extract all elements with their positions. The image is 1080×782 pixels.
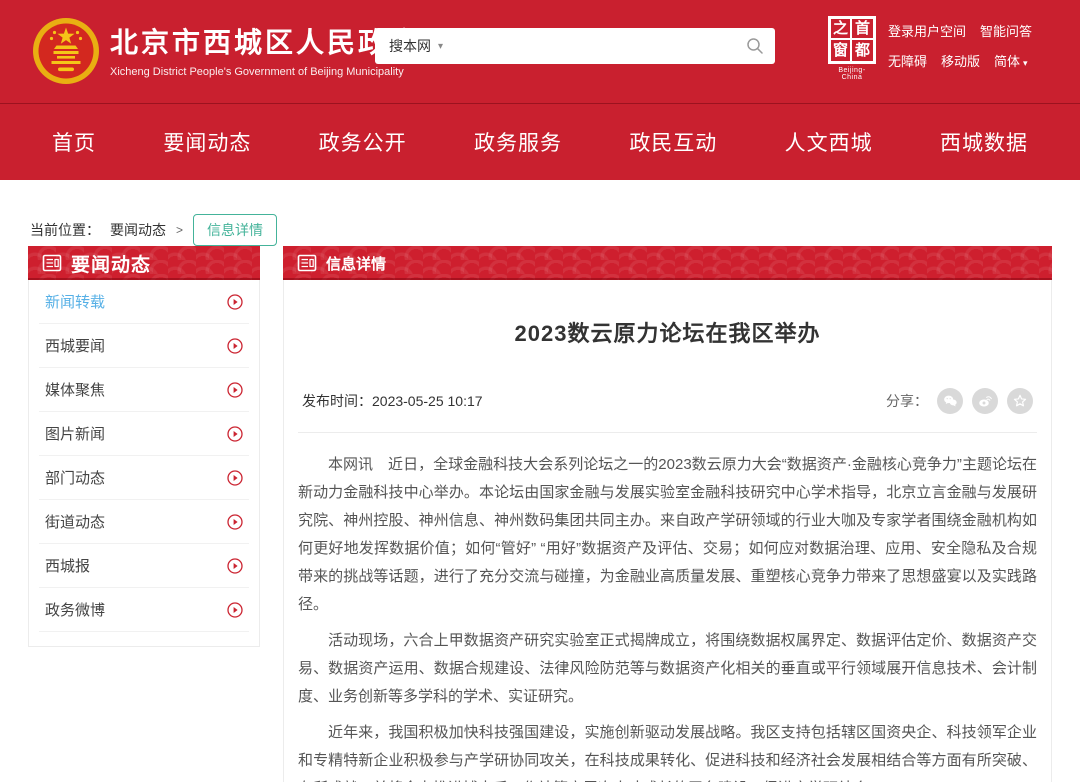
arrow-circle-icon <box>227 602 243 618</box>
nav-item-culture[interactable]: 人文西城 <box>785 127 873 157</box>
sidebar-item-media-focus[interactable]: 媒体聚焦 <box>39 368 249 412</box>
breadcrumb: 当前位置： 要闻动态 > 信息详情 <box>0 180 1080 246</box>
sidebar-item-department-news[interactable]: 部门动态 <box>39 456 249 500</box>
sidebar-item-gov-weibo[interactable]: 政务微博 <box>39 588 249 632</box>
seal-char: 窗 <box>831 40 852 61</box>
mobile-version-link[interactable]: 移动版 <box>941 51 980 70</box>
login-user-space-link[interactable]: 登录用户空间 <box>888 21 966 40</box>
arrow-circle-icon <box>227 338 243 354</box>
publish-time: 发布时间：2023-05-25 10:17 <box>302 391 483 411</box>
weibo-icon <box>977 393 993 409</box>
search-bar: 搜本网 ▾ <box>375 28 775 64</box>
capital-window-seal: 之 首 窗 都 <box>828 16 876 64</box>
site-subtitle: Xicheng District People's Government of … <box>110 66 420 78</box>
nav-item-interaction[interactable]: 政民互动 <box>629 127 717 157</box>
site-title: 北京市西城区人民政府 <box>110 26 420 60</box>
search-scope-label: 搜本网 <box>389 36 431 56</box>
search-icon <box>746 37 764 55</box>
sidebar-title: 要闻动态 <box>71 250 151 277</box>
breadcrumb-section-link[interactable]: 要闻动态 <box>110 220 166 240</box>
sidebar-list: 新闻转载 西城要闻 媒体聚焦 图片新闻 部门动态 <box>28 280 260 647</box>
star-icon <box>1012 393 1028 409</box>
share-wechat-button[interactable] <box>937 388 963 414</box>
news-document-icon <box>42 253 62 273</box>
site-brand: 北京市西城区人民政府 Xicheng District People's Gov… <box>110 26 420 78</box>
sidebar: 要闻动态 新闻转载 西城要闻 媒体聚焦 图片新闻 <box>28 246 260 647</box>
smart-qa-link[interactable]: 智能问答 <box>980 21 1032 40</box>
arrow-circle-icon <box>227 382 243 398</box>
article-meta-row: 发布时间：2023-05-25 10:17 分享： <box>298 388 1037 433</box>
nav-item-gov-services[interactable]: 政务服务 <box>474 127 562 157</box>
article-body: 2023数云原力论坛在我区举办 发布时间：2023-05-25 10:17 分享… <box>283 280 1052 782</box>
site-header: 北京市西城区人民政府 Xicheng District People's Gov… <box>0 0 1080 103</box>
share-label: 分享： <box>886 391 928 411</box>
seal-char: 首 <box>852 19 873 40</box>
share-weibo-button[interactable] <box>972 388 998 414</box>
seal-char: 都 <box>852 40 873 61</box>
wechat-icon <box>942 393 958 409</box>
nav-item-news[interactable]: 要闻动态 <box>163 127 251 157</box>
arrow-circle-icon <box>227 426 243 442</box>
chevron-down-icon: ▾ <box>438 41 443 52</box>
search-scope-select[interactable]: 搜本网 ▾ <box>375 36 453 56</box>
main-nav: 首页 要闻动态 政务公开 政务服务 政民互动 人文西城 西城数据 <box>0 103 1080 180</box>
breadcrumb-prefix: 当前位置： <box>30 220 100 240</box>
article-content: 本网讯 近日，全球金融科技大会系列论坛之一的2023数云原力大会“数据资产·金融… <box>298 433 1037 782</box>
news-document-icon <box>297 253 317 273</box>
article-title: 2023数云原力论坛在我区举办 <box>298 280 1037 348</box>
capital-window-logo[interactable]: 之 首 窗 都 Beijing-China <box>828 16 876 81</box>
nav-item-gov-affairs[interactable]: 政务公开 <box>319 127 407 157</box>
publish-time-value: 2023-05-25 10:17 <box>372 393 483 409</box>
language-select[interactable]: 简体▾ <box>994 51 1028 70</box>
nav-item-data[interactable]: 西城数据 <box>940 127 1028 157</box>
arrow-circle-icon <box>227 294 243 310</box>
share-favorite-button[interactable] <box>1007 388 1033 414</box>
article-panel-header: 信息详情 <box>283 246 1052 280</box>
page: 北京市西城区人民政府 Xicheng District People's Gov… <box>0 0 1080 782</box>
nav-item-home[interactable]: 首页 <box>52 127 96 157</box>
search-input[interactable] <box>453 28 735 64</box>
seal-caption: Beijing-China <box>828 67 876 81</box>
search-button[interactable] <box>735 28 775 64</box>
seal-char: 之 <box>831 19 852 40</box>
sidebar-item-xicheng-news[interactable]: 西城要闻 <box>39 324 249 368</box>
arrow-circle-icon <box>227 470 243 486</box>
arrow-circle-icon <box>227 558 243 574</box>
accessibility-link[interactable]: 无障碍 <box>888 51 927 70</box>
sidebar-item-photo-news[interactable]: 图片新闻 <box>39 412 249 456</box>
panel-title: 信息详情 <box>326 253 386 274</box>
national-emblem-logo[interactable] <box>32 17 100 85</box>
article-paragraph: 本网讯 近日，全球金融科技大会系列论坛之一的2023数云原力大会“数据资产·金融… <box>298 451 1037 619</box>
breadcrumb-separator: > <box>176 223 183 237</box>
article-panel: 信息详情 2023数云原力论坛在我区举办 发布时间：2023-05-25 10:… <box>283 246 1052 782</box>
sidebar-item-xicheng-paper[interactable]: 西城报 <box>39 544 249 588</box>
sidebar-item-street-news[interactable]: 街道动态 <box>39 500 249 544</box>
content-area: 要闻动态 新闻转载 西城要闻 媒体聚焦 图片新闻 <box>0 246 1080 782</box>
chevron-down-icon: ▾ <box>1023 58 1028 68</box>
share-toolbar: 分享： <box>886 388 1033 414</box>
sidebar-header: 要闻动态 <box>28 246 260 280</box>
article-paragraph: 近年来，我国积极加快科技强国建设，实施创新驱动发展战略。我区支持包括辖区国资央企… <box>298 719 1037 782</box>
header-quicklinks: 登录用户空间 智能问答 无障碍 移动版 简体▾ <box>888 21 1032 81</box>
arrow-circle-icon <box>227 514 243 530</box>
article-paragraph: 活动现场，六合上甲数据资产研究实验室正式揭牌成立，将围绕数据权属界定、数据评估定… <box>298 627 1037 711</box>
breadcrumb-current-badge: 信息详情 <box>193 214 277 246</box>
publish-time-label: 发布时间： <box>302 393 372 409</box>
sidebar-item-news-repost[interactable]: 新闻转载 <box>39 280 249 324</box>
